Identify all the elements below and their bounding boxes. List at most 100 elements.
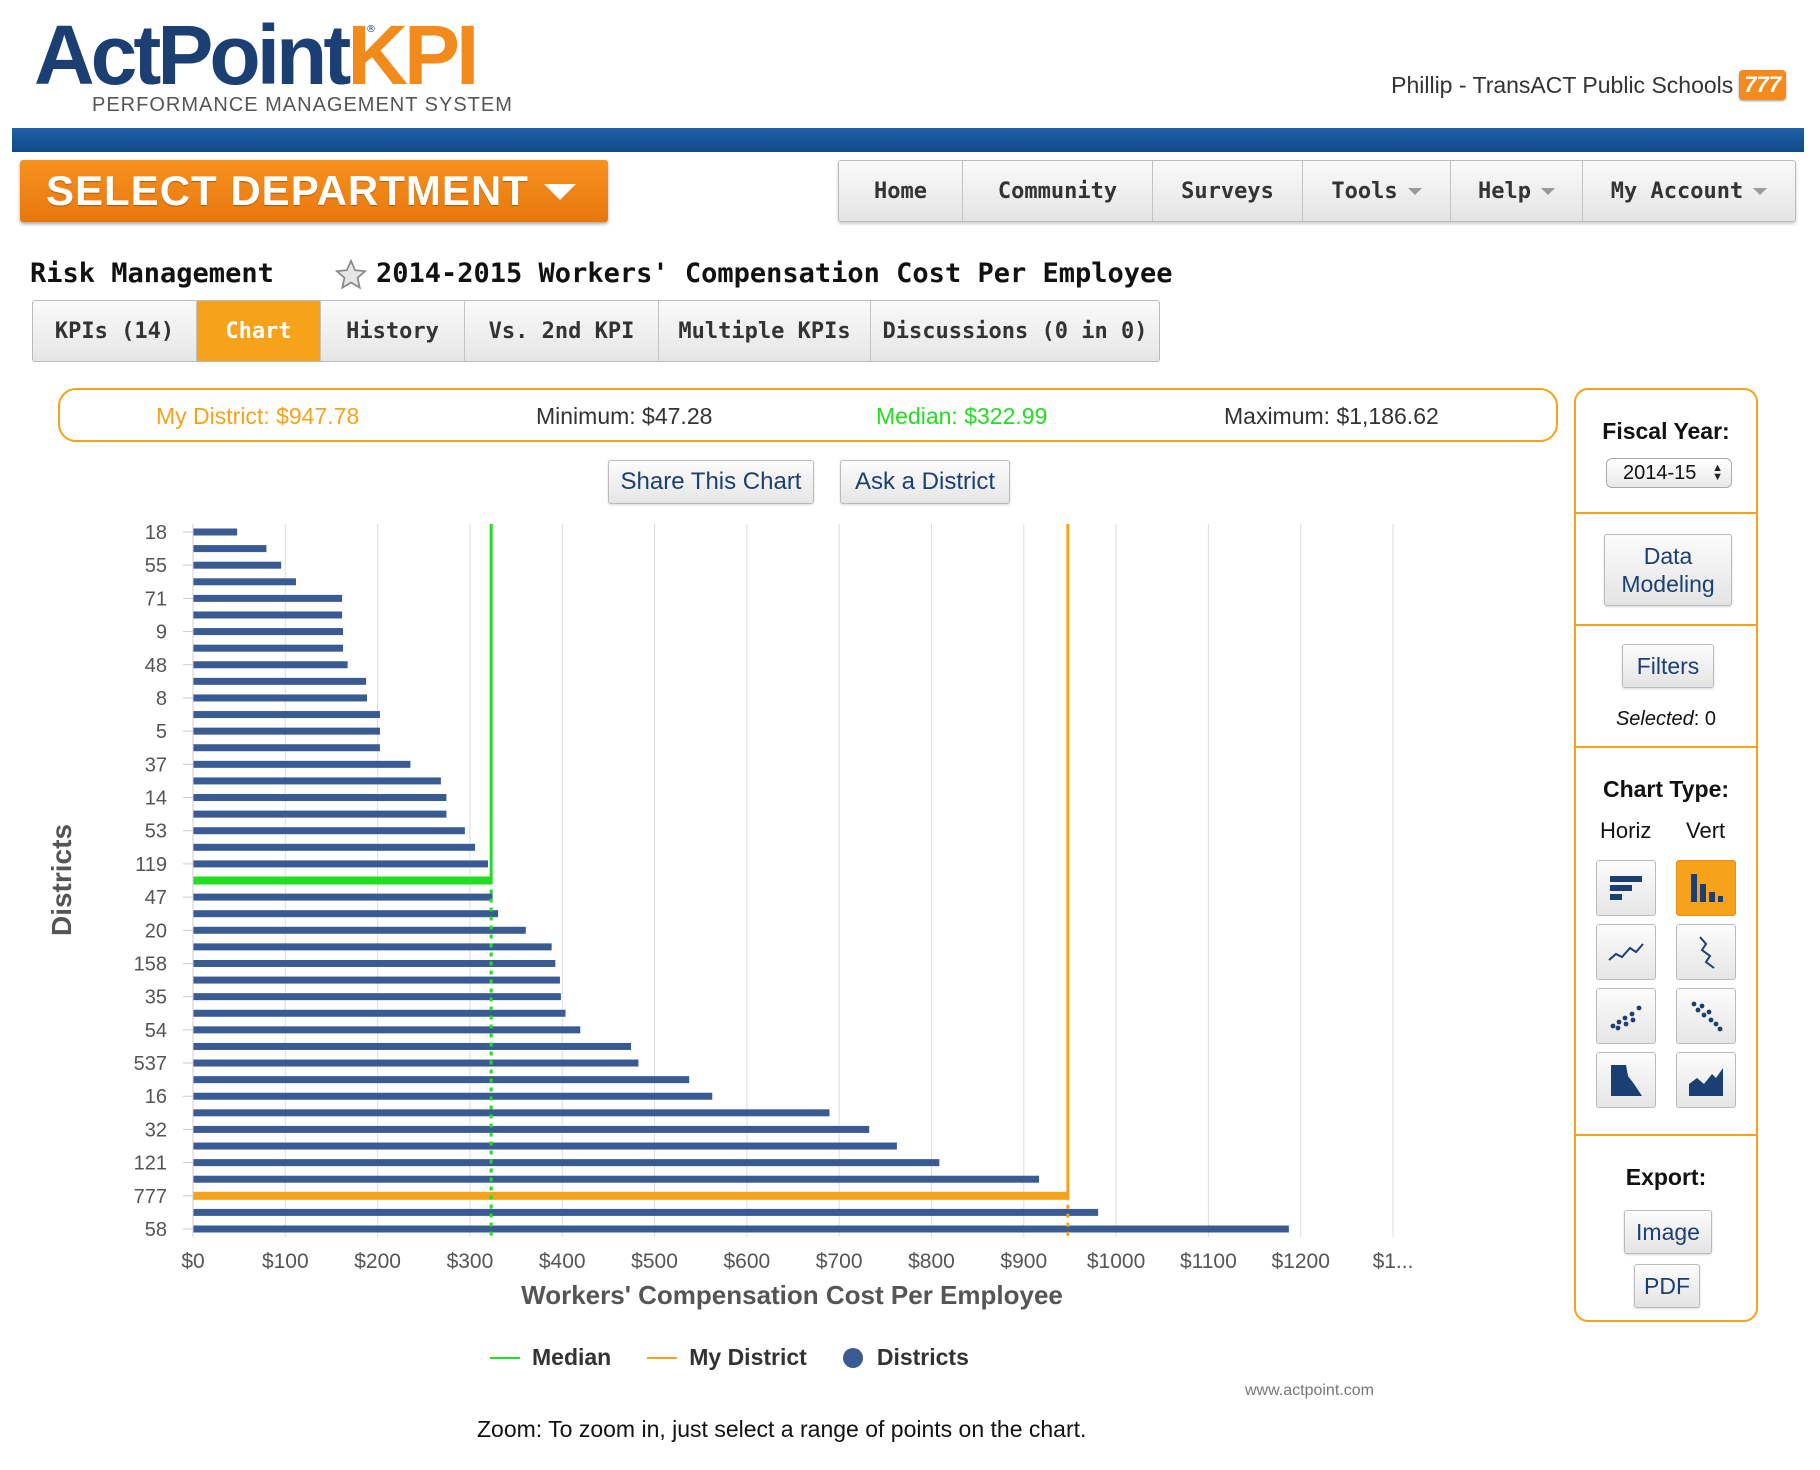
export-pdf-button[interactable]: PDF xyxy=(1634,1264,1700,1308)
district-bar[interactable] xyxy=(193,926,526,934)
filters-selected-label: Selected xyxy=(1615,708,1694,730)
fiscal-year-value: 2014-15 xyxy=(1623,461,1697,484)
district-bar[interactable] xyxy=(193,760,411,768)
export-image-label: Image xyxy=(1636,1219,1700,1245)
district-bar[interactable] xyxy=(193,993,561,1001)
user-district-badge: 777 xyxy=(1739,70,1786,100)
x-tick-label: $1100 xyxy=(1180,1250,1237,1273)
legend-my-district-swatch xyxy=(647,1356,678,1359)
y-tick-label: 9 xyxy=(156,622,167,644)
district-bar[interactable] xyxy=(193,959,556,967)
district-bar[interactable] xyxy=(193,910,499,918)
district-bar[interactable] xyxy=(193,1059,639,1067)
y-tick-label: 71 xyxy=(145,588,167,610)
legend-median[interactable]: Median xyxy=(490,1344,611,1371)
scatter-vertical-icon xyxy=(1691,1001,1723,1032)
filters-button[interactable]: Filters xyxy=(1622,644,1714,688)
chart-legend: Median My District Districts xyxy=(490,1344,1005,1371)
line-horizontal-icon xyxy=(1608,943,1644,961)
y-tick-label: 158 xyxy=(134,953,167,975)
district-bar[interactable] xyxy=(193,578,296,586)
export-image-button[interactable]: Image xyxy=(1624,1210,1712,1254)
zoom-instructions: Zoom: To zoom in, just select a range of… xyxy=(477,1416,1087,1442)
district-bar[interactable] xyxy=(193,1109,830,1117)
district-bar[interactable] xyxy=(193,594,343,602)
nav-my-account[interactable]: My Account xyxy=(1583,161,1795,221)
area-horizontal-button[interactable] xyxy=(1596,1052,1656,1108)
district-bar[interactable] xyxy=(193,661,348,669)
nav-help-label: Help xyxy=(1478,178,1531,204)
scatter-vertical-button[interactable] xyxy=(1676,988,1736,1044)
district-bar[interactable] xyxy=(193,1191,1069,1200)
district-bar[interactable] xyxy=(193,694,368,702)
legend-districts[interactable]: Districts xyxy=(842,1344,969,1371)
district-bar[interactable] xyxy=(193,1076,690,1084)
y-tick-label: 32 xyxy=(145,1119,167,1141)
line-horizontal-button[interactable] xyxy=(1596,924,1656,980)
x-axis-title: Workers' Compensation Cost Per Employee xyxy=(521,1280,1063,1310)
user-name-district: Phillip - TransACT Public Schools xyxy=(1391,71,1734,98)
data-modeling-button[interactable]: Data Modeling xyxy=(1604,534,1732,606)
y-tick-label: 48 xyxy=(145,655,167,677)
bar-chart[interactable]: $0 $100 $200 $300 $400 $500 $600 $700 $800 $900 $1… xyxy=(0,0,1440,1300)
district-bar[interactable] xyxy=(193,1125,870,1133)
district-bar[interactable] xyxy=(193,711,380,719)
line-vertical-button[interactable] xyxy=(1676,924,1736,980)
bar-vertical-button[interactable] xyxy=(1676,860,1736,916)
district-bar[interactable] xyxy=(193,1026,581,1034)
district-bar[interactable] xyxy=(193,1009,566,1017)
district-bar[interactable] xyxy=(193,1175,1040,1183)
chart-type-label: Chart Type: xyxy=(1602,776,1730,802)
x-tick-label: $600 xyxy=(723,1250,770,1273)
district-bar[interactable] xyxy=(193,727,380,735)
filters-section: Filters Selected: 0 xyxy=(1576,626,1756,748)
bar-horizontal-button[interactable] xyxy=(1596,860,1656,916)
select-updown-icon: ▲ ▼ xyxy=(1712,462,1723,483)
scatter-horizontal-button[interactable] xyxy=(1596,988,1656,1044)
district-bar[interactable] xyxy=(193,545,267,553)
y-tick-label: 8 xyxy=(156,688,167,710)
district-bar[interactable] xyxy=(193,893,493,901)
y-tick-label: 54 xyxy=(145,1020,167,1042)
district-bar[interactable] xyxy=(193,744,380,752)
district-bar[interactable] xyxy=(193,860,488,868)
chart-credit[interactable]: www.actpoint.com xyxy=(1245,1382,1374,1400)
district-bar[interactable] xyxy=(193,1042,632,1050)
legend-my-district-label: My District xyxy=(689,1344,807,1370)
y-tick-label: 121 xyxy=(134,1153,167,1175)
area-vertical-button[interactable] xyxy=(1676,1052,1736,1108)
district-bar[interactable] xyxy=(193,628,344,636)
district-bar[interactable] xyxy=(193,1208,1099,1216)
district-bar[interactable] xyxy=(193,644,344,652)
area-horizontal-icon xyxy=(1611,1065,1642,1096)
district-bar[interactable] xyxy=(193,1092,713,1100)
nav-help[interactable]: Help xyxy=(1451,161,1583,221)
district-bar[interactable] xyxy=(193,1225,1289,1233)
district-bar[interactable] xyxy=(193,611,343,619)
district-bar[interactable] xyxy=(193,1142,897,1150)
y-tick-label: 37 xyxy=(145,754,167,776)
bar-vertical-icon xyxy=(1691,874,1723,902)
district-bar[interactable] xyxy=(193,843,476,851)
legend-my-district[interactable]: My District xyxy=(647,1344,807,1371)
district-bar[interactable] xyxy=(193,876,492,885)
district-bar[interactable] xyxy=(193,777,441,785)
fiscal-year-section: Fiscal Year: 2014-15 ▲ ▼ xyxy=(1576,390,1756,514)
district-bar[interactable] xyxy=(193,794,447,802)
x-tick-label: $100 xyxy=(262,1250,309,1273)
district-bar[interactable] xyxy=(193,810,447,818)
filters-selected-count: 0 xyxy=(1704,708,1717,730)
x-tick-label: $800 xyxy=(908,1250,955,1273)
district-bar[interactable] xyxy=(193,976,560,984)
fiscal-year-select[interactable]: 2014-15 ▲ ▼ xyxy=(1606,458,1732,488)
district-bar[interactable] xyxy=(193,561,282,569)
district-bar[interactable] xyxy=(193,1159,940,1167)
district-bar[interactable] xyxy=(193,528,238,536)
y-tick-label: 47 xyxy=(145,887,167,909)
data-modeling-section: Data Modeling xyxy=(1576,514,1756,626)
district-bar[interactable] xyxy=(193,677,367,685)
side-panel: Fiscal Year: 2014-15 ▲ ▼ Data Modeling Fi… xyxy=(1574,388,1758,1322)
x-tick-label: $900 xyxy=(1000,1250,1047,1273)
district-bar[interactable] xyxy=(193,943,552,951)
district-bar[interactable] xyxy=(193,827,465,835)
